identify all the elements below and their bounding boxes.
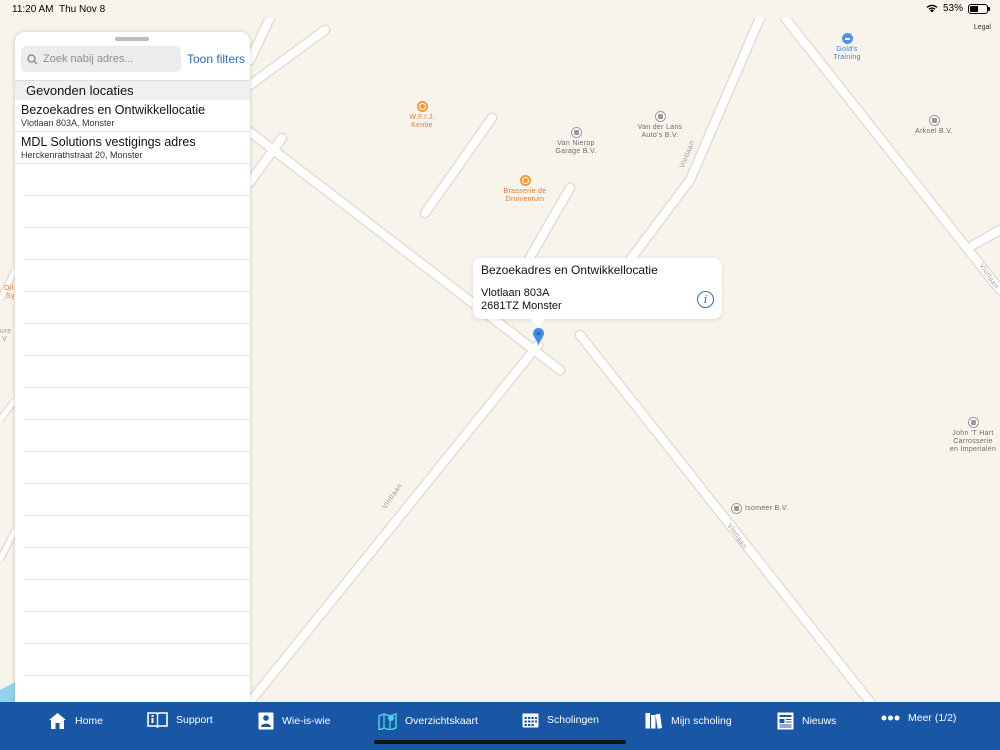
empty-row — [25, 484, 250, 516]
tab-scholingen-label: Scholingen — [547, 714, 599, 726]
poi-arkoel[interactable]: Arkoel B.V. — [908, 115, 960, 136]
edge-poi-label: Oil — [4, 285, 15, 292]
books-icon — [645, 713, 663, 729]
list-item-title: Bezoekadres en Ontwikkellocatie — [21, 103, 206, 117]
home-indicator[interactable] — [374, 740, 626, 744]
status-time: 11:20 AM — [12, 4, 54, 15]
book-info-icon — [147, 712, 168, 728]
callout-address-line1: Vlotlaan 803A — [481, 287, 550, 299]
dumbbell-icon — [841, 33, 853, 44]
results-list: Bezoekadres en Ontwikkellocatie Vlotlaan… — [15, 100, 250, 676]
location-callout[interactable]: Bezoekadres en Ontwikkellocatie Vlotlaan… — [473, 258, 722, 326]
place-icon — [967, 417, 979, 428]
panel-grabber[interactable] — [115, 37, 149, 41]
list-item-subtitle: Herckenrathstraat 20, Monster — [21, 150, 143, 160]
empty-row — [25, 356, 250, 388]
more-icon — [881, 715, 900, 721]
section-header-found-locations: Gevonden locaties — [15, 80, 250, 100]
empty-row — [25, 388, 250, 420]
tab-overzichtskaart[interactable]: Overzichtskaart — [378, 712, 478, 730]
edge-poi-label: ure — [0, 328, 12, 335]
tab-wie-is-wie[interactable]: Wie-is-wie — [258, 712, 330, 730]
calendar-icon — [522, 713, 539, 728]
map-icon — [378, 712, 397, 730]
tab-support[interactable]: Support — [147, 712, 213, 728]
tab-home[interactable]: Home — [48, 712, 103, 730]
tab-overzichtskaart-label: Overzichtskaart — [405, 715, 478, 727]
search-icon — [27, 53, 38, 64]
car-icon — [570, 127, 582, 138]
map-legal-link[interactable]: Legal — [974, 24, 991, 31]
list-item-title: MDL Solutions vestigings adres — [21, 135, 196, 149]
empty-row — [25, 164, 250, 196]
empty-row — [25, 324, 250, 356]
home-icon — [49, 713, 66, 729]
show-filters-button[interactable]: Toon filters — [187, 52, 245, 66]
poi-wfij-kentie[interactable]: W.F.I.J. Kentie — [400, 101, 444, 130]
list-item[interactable]: MDL Solutions vestigings adres Herckenra… — [15, 132, 250, 164]
empty-row — [25, 548, 250, 580]
map-pin-icon[interactable] — [533, 328, 544, 346]
edge-poi-label: V — [2, 336, 8, 343]
newspaper-icon — [777, 712, 794, 730]
search-panel: Toon filters Gevonden locaties Bezoekadr… — [15, 32, 250, 702]
battery-percent: 53% — [942, 3, 963, 14]
car-icon — [654, 111, 666, 122]
tab-support-label: Support — [176, 714, 213, 726]
restaurant-icon — [519, 175, 531, 186]
info-icon[interactable]: i — [697, 291, 714, 308]
tab-nieuws-label: Nieuws — [802, 715, 837, 727]
empty-row — [25, 452, 250, 484]
tab-meer-label: Meer (1/2) — [908, 712, 957, 724]
tab-scholingen[interactable]: Scholingen — [522, 712, 599, 728]
callout-address-line2: 2681TZ Monster — [481, 300, 562, 312]
person-card-icon — [258, 712, 274, 730]
tab-nieuws[interactable]: Nieuws — [777, 712, 836, 730]
poi-brasserie-druiventuin[interactable]: Brasserie de Druiventuin — [496, 175, 554, 204]
tab-wie-is-wie-label: Wie-is-wie — [282, 715, 331, 727]
store-icon — [416, 101, 428, 112]
empty-row — [25, 420, 250, 452]
battery-icon — [968, 3, 990, 14]
poi-isomeer[interactable]: Isomeer B.V. — [731, 503, 791, 514]
empty-row — [25, 612, 250, 644]
empty-row — [25, 260, 250, 292]
empty-row — [25, 580, 250, 612]
search-input[interactable] — [43, 53, 173, 65]
empty-row — [25, 196, 250, 228]
empty-row — [25, 516, 250, 548]
list-item[interactable]: Bezoekadres en Ontwikkellocatie Vlotlaan… — [15, 100, 250, 132]
empty-row — [25, 292, 250, 324]
tab-meer[interactable]: Meer (1/2) — [881, 712, 956, 724]
tab-home-label: Home — [75, 715, 104, 727]
empty-row — [25, 228, 250, 260]
callout-title: Bezoekadres en Ontwikkellocatie — [481, 263, 658, 277]
status-bar: 11:20 AM Thu Nov 8 53% — [0, 0, 1000, 18]
tab-mijn-scholing[interactable]: Mijn scholing — [645, 712, 732, 729]
edge-poi-label: Sy — [6, 293, 16, 300]
poi-van-nierop-garage[interactable]: Van Nierop Garage B.V. — [548, 127, 604, 156]
empty-row — [25, 644, 250, 676]
poi-van-der-lans[interactable]: Van der Lans Auto's B.V. — [630, 111, 690, 140]
poi-john-t-hart[interactable]: John 'T Hart Carrosserie en Imperialen — [946, 417, 1000, 454]
search-field[interactable] — [21, 46, 181, 72]
poi-golds-training[interactable]: Gold's Training — [824, 33, 870, 62]
status-date: Thu Nov 8 — [59, 4, 106, 15]
place-icon — [731, 503, 742, 514]
list-item-subtitle: Vlotlaan 803A, Monster — [21, 118, 115, 128]
wifi-icon — [926, 4, 938, 13]
place-icon — [928, 115, 940, 126]
status-right: 53% — [926, 3, 990, 14]
tab-mijn-scholing-label: Mijn scholing — [671, 714, 732, 727]
